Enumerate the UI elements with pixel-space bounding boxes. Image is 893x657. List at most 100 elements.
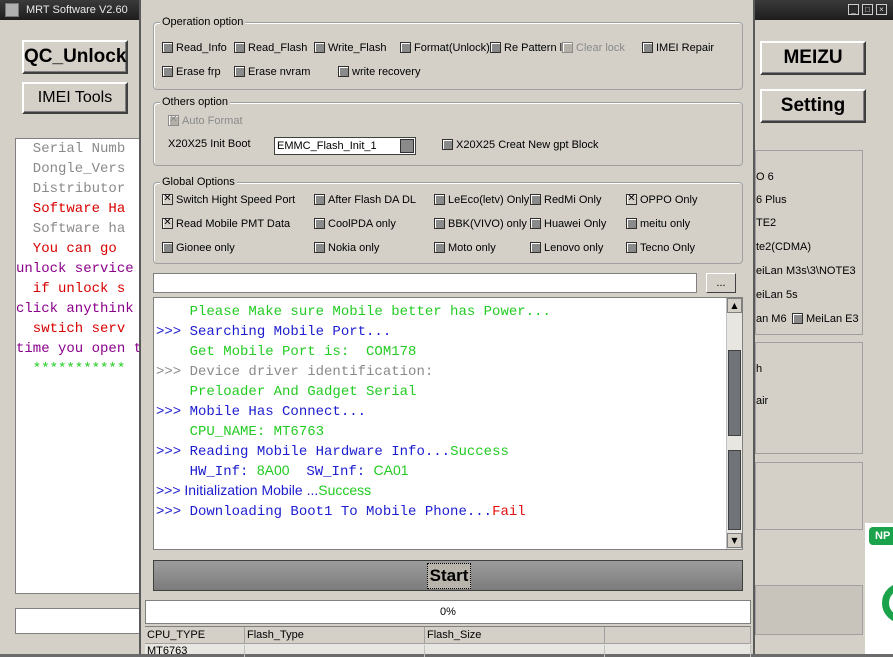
checkbox-label: Gionee only [176, 242, 235, 254]
checkbox-box [626, 192, 637, 206]
switch-hight-speed-port-checkbox[interactable]: Switch Hight Speed Port [162, 192, 295, 207]
meitu-only-checkbox[interactable]: meitu only [626, 217, 690, 231]
model-item: 6 Plus [756, 194, 787, 206]
read-mobile-pmt-data-checkbox[interactable]: Read Mobile PMT Data [162, 216, 290, 231]
checkbox-label: RedMi Only [544, 194, 602, 206]
log-line: CPU_NAME: MT6763 [156, 420, 324, 440]
browse-button[interactable]: ... [706, 273, 736, 293]
meizu-button[interactable]: MEIZU [760, 41, 866, 75]
others-option-legend: Others option [160, 95, 231, 109]
device-info-table: CPU_TYPE Flash_Type Flash_Size MT6763 [145, 626, 751, 657]
log-line: >>> Mobile Has Connect... [156, 400, 366, 420]
main-status-field[interactable] [15, 608, 145, 634]
scroll-up-icon[interactable]: ▲ [727, 298, 742, 313]
imei-tools-button[interactable]: IMEI Tools [22, 82, 128, 114]
log-text: Success [318, 482, 372, 498]
log-scrollbar[interactable]: ▲ ▼ [726, 298, 742, 549]
log-text: >>> Mobile Has Connect... [156, 404, 367, 420]
table-header-flash-type[interactable]: Flash_Type [245, 627, 425, 644]
re-pattern-l-checkbox[interactable]: Re Pattern l [490, 41, 562, 55]
after-flash-da-dl-checkbox[interactable]: After Flash DA DL [314, 193, 416, 207]
dropdown-arrow-icon[interactable] [400, 139, 414, 153]
redmi-only-checkbox[interactable]: RedMi Only [530, 193, 601, 207]
lenovo-only-checkbox[interactable]: Lenovo only [530, 241, 603, 255]
huawei-only-checkbox[interactable]: Huawei Only [530, 217, 606, 231]
table-cell [605, 645, 751, 657]
erase-frp-checkbox[interactable]: Erase frp [162, 65, 221, 79]
gionee-only-checkbox[interactable]: Gionee only [162, 241, 235, 255]
checkbox-box [400, 42, 411, 53]
model-checkbox[interactable] [792, 313, 803, 324]
bbk-vivo-only-checkbox[interactable]: BBK(VIVO) only [434, 217, 527, 231]
clear-lock-checkbox[interactable]: Clear lock [562, 41, 625, 55]
setting-button[interactable]: Setting [760, 89, 866, 123]
log-text: HW_Inf: [156, 464, 257, 480]
qc-unlock-button[interactable]: QC_Unlock [22, 40, 128, 74]
info-text-line: *********** [16, 361, 126, 377]
table-header-cpu-type[interactable]: CPU_TYPE [145, 627, 245, 644]
scroll-thumb-lower[interactable] [728, 450, 741, 530]
checkbox-box [234, 42, 245, 53]
log-line: >>> Downloading Boot1 To Mobile Phone...… [156, 500, 526, 520]
scroll-down-icon[interactable]: ▼ [727, 533, 742, 548]
close-icon[interactable]: × [876, 4, 887, 15]
log-line: Preloader And Gadget Serial [156, 380, 417, 400]
checkbox-box [338, 66, 349, 77]
file-path-input[interactable] [153, 273, 697, 293]
write-recovery-checkbox[interactable]: write recovery [338, 65, 420, 79]
model-item: eiLan M3s\3\NOTE3 [756, 265, 856, 277]
table-cell [245, 645, 425, 657]
checkbox-label: Read_Flash [248, 42, 308, 54]
checkbox-label: Re Pattern l [504, 42, 563, 54]
info-text-line: time you open t [16, 341, 143, 357]
checkbox-label: Erase nvram [248, 66, 311, 78]
gpt-block-checkbox[interactable]: X20X25 Creat New gpt Block [442, 138, 598, 152]
maximize-icon[interactable]: □ [862, 4, 873, 15]
gpt-block-box [442, 139, 453, 150]
log-output[interactable]: Please Make sure Mobile better has Power… [153, 297, 743, 550]
leeco-letv-only-checkbox[interactable]: LeEco(letv) Only [434, 193, 529, 207]
tecno-only-checkbox[interactable]: Tecno Only [626, 241, 695, 255]
others-option-group: Others option Auto Format X20X25 Init Bo… [153, 95, 743, 166]
operation-dialog: Operation option Read_Info Read_Flash Writ… [139, 0, 755, 657]
write-flash-checkbox[interactable]: Write_Flash [314, 41, 386, 55]
model-item: an M6 [756, 313, 787, 325]
np-badge-label: NP [869, 527, 893, 545]
format-unlock-checkbox[interactable]: Format(Unlock) [400, 41, 490, 55]
auto-format-checkbox[interactable]: Auto Format [168, 113, 243, 128]
init-boot-label: X20X25 Init Boot [168, 138, 251, 150]
nokia-only-checkbox[interactable]: Nokia only [314, 241, 379, 255]
info-text-line: click anythink [16, 301, 134, 317]
log-text: Fail [492, 504, 526, 520]
checkbox-box [642, 42, 653, 53]
init-boot-select[interactable]: EMMC_Flash_Init_1 [274, 137, 416, 155]
imei-repair-checkbox[interactable]: IMEI Repair [642, 41, 714, 55]
checkbox-label: Write_Flash [328, 42, 387, 54]
read-info-checkbox[interactable]: Read_Info [162, 41, 227, 55]
read-flash-checkbox[interactable]: Read_Flash [234, 41, 307, 55]
erase-nvram-checkbox[interactable]: Erase nvram [234, 65, 310, 79]
info-text-line: Software ha [16, 221, 126, 237]
checkbox-label: Huawei Only [544, 218, 607, 230]
checkbox-box [562, 42, 573, 53]
table-header-empty[interactable] [605, 627, 751, 644]
minimize-icon[interactable]: _ [848, 4, 859, 15]
log-line: >>> Device driver identification: [156, 360, 433, 380]
auto-format-box [168, 113, 179, 127]
table-cell [425, 645, 605, 657]
log-text: >>> Reading Mobile Hardware Info... [156, 444, 451, 460]
model-item-label: eiLan 5s [756, 289, 798, 301]
info-text-area[interactable]: Serial Numb Dongle_Vers Distributor Soft… [15, 138, 145, 594]
table-header-flash-size[interactable]: Flash_Size [425, 627, 605, 644]
scroll-thumb[interactable] [728, 350, 741, 436]
right-panel-4 [755, 585, 863, 635]
model-list-panel: O 6 6 Plus TE2 te2(CDMA) eiLan M3s\3\NOTE3 ei… [755, 150, 863, 335]
checkbox-label: meitu only [640, 218, 691, 230]
moto-only-checkbox[interactable]: Moto only [434, 241, 496, 255]
global-options-legend: Global Options [160, 175, 237, 189]
start-button[interactable]: Start [153, 560, 743, 591]
model-list-panel-2: h air [755, 342, 863, 454]
oppo-only-checkbox[interactable]: OPPO Only [626, 192, 697, 207]
coolpda-only-checkbox[interactable]: CoolPDA only [314, 217, 396, 231]
progress-bar: 0% [145, 600, 751, 624]
